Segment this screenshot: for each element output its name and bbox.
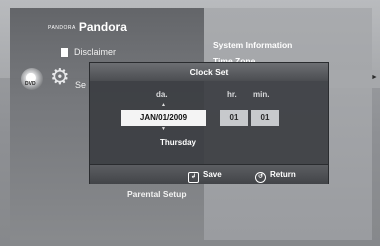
return-label: Return [270, 170, 296, 179]
dialog-footer: ↲ Save ↺ Return [90, 164, 328, 184]
pandora-brand-small: PANDORA [48, 24, 76, 31]
document-icon [60, 47, 69, 58]
down-arrow-icon[interactable]: ▼ [161, 127, 166, 132]
gear-icon: ⚙ [50, 64, 70, 89]
pandora-label: Pandora [78, 20, 127, 34]
save-button[interactable]: ↲ Save [188, 168, 222, 183]
date-label: da. [156, 90, 168, 99]
up-arrow-icon[interactable]: ▲ [161, 103, 166, 108]
hour-field[interactable]: 01 [220, 110, 248, 126]
save-label: Save [203, 170, 222, 179]
date-field[interactable]: JAN/01/2009 [121, 110, 206, 126]
setup-screen: ► PANDORA Pandora Disclaimer DVD ⚙ Se Sys… [0, 0, 380, 246]
day-of-week: Thursday [160, 138, 197, 147]
return-button[interactable]: ↺ Return [255, 168, 296, 183]
menu-item-parental-setup[interactable]: Parental Setup [127, 189, 187, 199]
minute-label: min. [253, 90, 270, 99]
return-icon: ↺ [255, 172, 266, 183]
disc-label: DVD [25, 81, 36, 87]
save-icon: ↲ [188, 172, 199, 183]
submenu-right-arrow-icon: ► [371, 74, 378, 81]
clock-set-dialog: Clock Set da. hr. min. ▲ JAN/01/2009 ▼ 0… [89, 62, 329, 184]
submenu-item-system-information[interactable]: System Information [213, 40, 292, 50]
hour-label: hr. [227, 90, 237, 99]
menu-item-setup[interactable]: Se [75, 80, 86, 90]
dialog-title: Clock Set [90, 63, 328, 81]
menu-item-pandora[interactable]: PANDORA Pandora [48, 20, 127, 34]
minute-field[interactable]: 01 [251, 110, 279, 126]
menu-item-disclaimer[interactable]: Disclaimer [74, 47, 116, 57]
dvd-disc-icon: DVD [21, 68, 43, 90]
